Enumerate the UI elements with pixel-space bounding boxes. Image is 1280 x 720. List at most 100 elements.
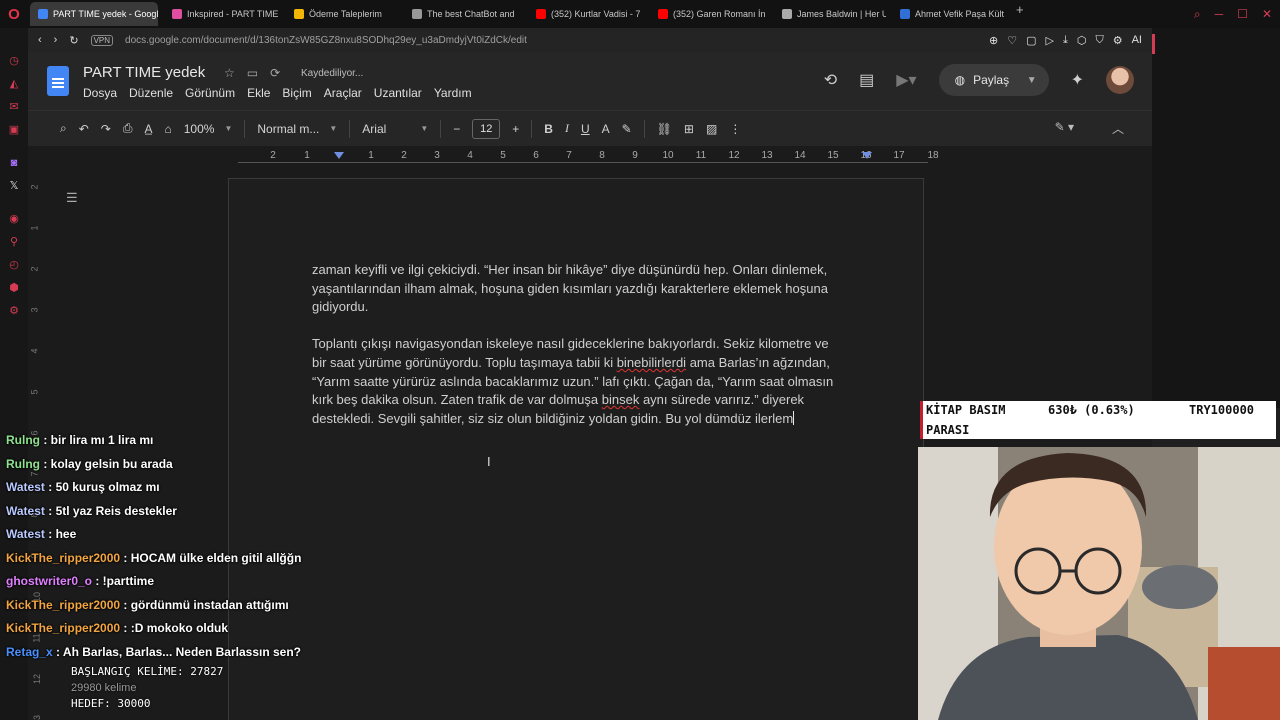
tab-part-time-yedek[interactable]: PART TIME yedek - Google: [30, 2, 158, 26]
version-history-icon[interactable]: ⟲: [824, 70, 837, 90]
chat-username[interactable]: Watest: [6, 527, 45, 541]
document-title[interactable]: PART TIME yedek: [83, 64, 205, 81]
forward-icon[interactable]: ›: [54, 34, 58, 46]
url-field[interactable]: docs.google.com/document/d/136tonZsW85GZ…: [125, 35, 527, 46]
twitch-icon[interactable]: ◙: [11, 156, 18, 170]
scrollbar-area[interactable]: [1152, 28, 1280, 408]
underline-icon[interactable]: U: [581, 122, 590, 136]
insert-image-icon[interactable]: ▨: [706, 122, 717, 136]
editing-mode-icon[interactable]: ✎ ▾: [1055, 120, 1074, 137]
snapshot-icon[interactable]: ▢: [1026, 34, 1036, 47]
misspelled-word[interactable]: binebilirlerdi: [617, 355, 686, 370]
wallet-icon[interactable]: ⛉: [1095, 34, 1103, 47]
search-icon[interactable]: ⌕: [1194, 7, 1201, 22]
new-tab-button[interactable]: +: [1010, 2, 1030, 26]
back-icon[interactable]: ‹: [38, 34, 42, 46]
zoom-select[interactable]: 100% ▼: [184, 122, 233, 136]
chat-username[interactable]: Watest: [6, 480, 45, 494]
chat-username[interactable]: Rulng: [6, 457, 40, 471]
tab-kurtlar-vadisi[interactable]: (352) Kurtlar Vadisi - 7: [528, 2, 644, 26]
minimize-icon[interactable]: ─: [1215, 7, 1224, 21]
avatar[interactable]: [1106, 66, 1134, 94]
play-icon[interactable]: ▷: [1046, 34, 1054, 47]
chat-username[interactable]: KickThe_ripper2000: [6, 621, 120, 635]
misspelled-word[interactable]: binsek: [602, 392, 640, 407]
close-icon[interactable]: ✕: [1262, 7, 1272, 21]
menu-help[interactable]: Yardım: [434, 86, 472, 100]
meet-icon[interactable]: ▶▾: [896, 70, 916, 90]
chat-username[interactable]: KickThe_ripper2000: [6, 598, 120, 612]
menu-insert[interactable]: Ekle: [247, 86, 270, 100]
document-body[interactable]: zaman keyifli ve ilgi çekiciydi. “Her in…: [312, 261, 842, 447]
font-size-input[interactable]: 12: [472, 118, 501, 139]
menu-file[interactable]: Dosya: [83, 86, 117, 100]
document-outline-icon[interactable]: ☰: [66, 190, 78, 206]
link-icon[interactable]: ⛓: [657, 122, 672, 136]
folder-icon[interactable]: ▭: [247, 66, 258, 80]
highlight-icon[interactable]: ✎: [622, 122, 632, 136]
star-icon[interactable]: ☆: [224, 66, 235, 80]
tab-ahmet-vefik-pasa[interactable]: Ahmet Vefik Paşa Kültü: [892, 2, 1004, 26]
spellcheck-icon[interactable]: A̲: [144, 122, 152, 136]
opera-logo-icon[interactable]: O: [0, 0, 28, 28]
more-options-icon[interactable]: ⋮: [729, 122, 741, 136]
font-select[interactable]: Arial ▼: [362, 122, 428, 136]
italic-icon[interactable]: I: [565, 121, 569, 136]
paragraph-2[interactable]: Toplantı çıkışı navigasyondan iskeleye n…: [312, 335, 842, 428]
share-button[interactable]: ◍ Paylaş ▼: [938, 64, 1049, 96]
chat-username[interactable]: KickThe_ripper2000: [6, 551, 120, 565]
cube-icon[interactable]: ⬢: [9, 281, 19, 295]
print-icon[interactable]: ⎙: [123, 121, 133, 136]
tab-garen-romani[interactable]: (352) Garen Romanı İn: [650, 2, 768, 26]
menu-format[interactable]: Biçim: [282, 86, 311, 100]
chevron-down-icon[interactable]: ▼: [1027, 75, 1037, 86]
mail-icon[interactable]: ▣: [9, 123, 19, 137]
bookmark-icon[interactable]: ♡: [1007, 34, 1017, 47]
horizontal-ruler[interactable]: 2 1 1 2 3 4 5 6 7 8 9 10 11 12 13 14 15 16 17 18: [238, 148, 939, 166]
messenger-icon[interactable]: ✉: [9, 100, 18, 114]
menu-view[interactable]: Görünüm: [185, 86, 235, 100]
player-icon[interactable]: ◉: [9, 212, 19, 226]
menu-edit[interactable]: Düzenle: [129, 86, 173, 100]
paragraph-1[interactable]: zaman keyifli ve ilgi çekiciydi. “Her in…: [312, 261, 842, 317]
increase-font-size-icon[interactable]: +: [512, 122, 519, 136]
comments-icon[interactable]: ▤: [859, 70, 874, 90]
sidebar-settings-icon[interactable]: ⚙: [9, 304, 19, 318]
chat-username[interactable]: Watest: [6, 504, 45, 518]
decrease-font-size-icon[interactable]: −: [453, 122, 460, 136]
reload-icon[interactable]: ↻: [69, 34, 78, 47]
bold-icon[interactable]: B: [544, 122, 553, 136]
right-indent-marker[interactable]: [862, 152, 872, 159]
maximize-icon[interactable]: ☐: [1237, 7, 1248, 21]
ai-button[interactable]: AI: [1132, 34, 1142, 47]
tab-chatbot[interactable]: The best ChatBot and: [404, 2, 522, 26]
sync-icon[interactable]: ⟳: [270, 66, 280, 80]
history-icon[interactable]: ◷: [9, 54, 19, 68]
vpn-badge[interactable]: VPN: [90, 34, 114, 46]
scrollbar-thumb[interactable]: [1152, 34, 1155, 54]
chat-username[interactable]: Retag_x: [6, 645, 53, 659]
clock-icon[interactable]: ◴: [9, 258, 19, 272]
chat-username[interactable]: ghostwriter0_o: [6, 574, 92, 588]
tab-odeme-taleplerim[interactable]: Ödeme Taleplerim: [286, 2, 398, 26]
extensions-icon[interactable]: ⬡: [1077, 34, 1087, 47]
menu-tools[interactable]: Araçlar: [324, 86, 362, 100]
style-select[interactable]: Normal m... ▼: [257, 122, 337, 136]
add-comment-icon[interactable]: ⊞: [684, 122, 694, 136]
left-indent-marker[interactable]: [334, 152, 344, 159]
redo-icon[interactable]: ↷: [101, 122, 111, 136]
menu-extensions[interactable]: Uzantılar: [374, 86, 422, 100]
aria-icon[interactable]: ◭: [10, 77, 18, 91]
tab-james-baldwin[interactable]: James Baldwin | Her U: [774, 2, 886, 26]
x-icon[interactable]: 𝕏: [10, 179, 19, 193]
paint-format-icon[interactable]: ⌂: [164, 122, 171, 136]
pin-icon[interactable]: ⚲: [10, 235, 18, 249]
tab-inkspired[interactable]: Inkspired - PART TIME: [164, 2, 280, 26]
google-docs-logo-icon[interactable]: [47, 66, 69, 96]
chat-username[interactable]: Rulng: [6, 433, 40, 447]
search-menus-icon[interactable]: ⌕: [60, 121, 67, 136]
zoom-icon[interactable]: ⊕: [989, 34, 998, 47]
collapse-menus-icon[interactable]: ︿: [1112, 120, 1124, 137]
gemini-icon[interactable]: ✦: [1071, 70, 1084, 90]
settings-icon[interactable]: ⚙: [1113, 34, 1123, 47]
